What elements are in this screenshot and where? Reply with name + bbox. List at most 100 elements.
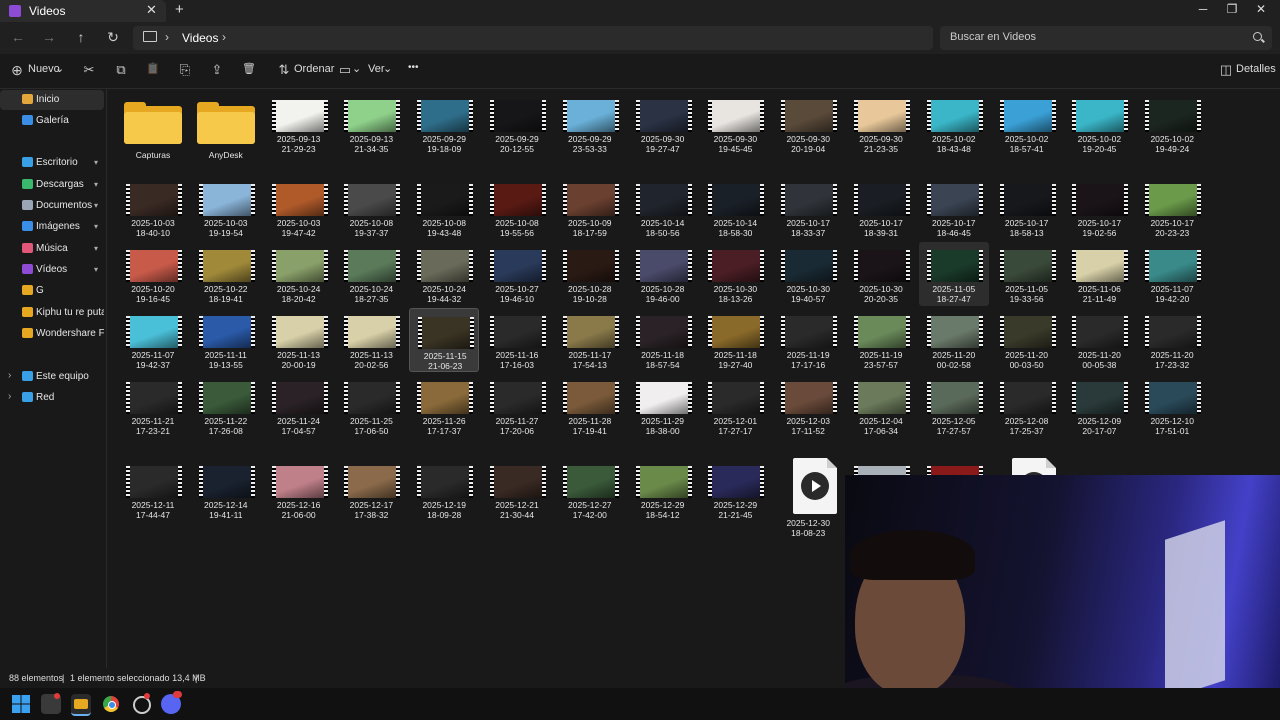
file-item[interactable]: 2025-09-30 20-19-04 [773,92,843,156]
file-item[interactable]: 2025-12-09 20-17-07 [1064,374,1134,438]
file-item[interactable]: 2025-10-17 18-39-31 [846,176,916,240]
new-tab-button[interactable]: + [175,1,184,18]
file-item[interactable]: 2025-09-13 21-29-23 [264,92,334,156]
details-pane-icon[interactable]: ◫ [1218,62,1234,78]
file-item[interactable]: 2025-12-21 21-30-44 [482,458,552,522]
file-item[interactable]: 2025-12-08 17-25-37 [992,374,1062,438]
file-item[interactable]: 2025-11-24 17-04-57 [264,374,334,438]
sidebar-item-red[interactable]: › Red [0,388,104,408]
folder-item[interactable]: Capturas [118,92,188,160]
sidebar-item-kiphu-tu-re-puta-madre[interactable]: Kiphu tu re puta madre [0,303,104,323]
tab-close-button[interactable]: ✕ [146,2,157,18]
file-item[interactable]: 2025-12-05 17-27-57 [919,374,989,438]
file-item[interactable]: 2025-12-11 17-44-47 [118,458,188,522]
view-icon[interactable]: ▭ [337,62,353,78]
search-box[interactable]: Buscar en Videos [940,26,1272,50]
file-item[interactable]: 2025-09-30 19-45-45 [700,92,770,156]
refresh-button[interactable]: ↻ [104,29,122,46]
expand-chevron-icon[interactable]: › [8,370,11,381]
sidebar-item-wondershare-filmora[interactable]: Wondershare Filmora [0,324,104,344]
file-item[interactable]: 2025-11-17 17-54-13 [555,308,625,372]
chevron-down-icon[interactable]: ⌄ [383,62,392,75]
sort-button[interactable]: Ordenar [294,63,334,75]
recorder-icon[interactable] [41,693,61,714]
file-item[interactable]: 2025-11-21 17-23-21 [118,374,188,438]
file-item[interactable]: 2025-10-03 18-40-10 [118,176,188,240]
file-item[interactable]: 2025-12-29 21-21-45 [700,458,770,522]
file-item[interactable]: 2025-10-03 19-19-54 [191,176,261,240]
file-item[interactable]: 2025-12-04 17-06-34 [846,374,916,438]
file-item[interactable]: 2025-11-20 00-05-38 [1064,308,1134,372]
sidebar-item-música[interactable]: Música ▾ [0,239,104,259]
file-item[interactable]: 2025-10-17 18-58-13 [992,176,1062,240]
file-item[interactable]: 2025-10-17 19-02-56 [1064,176,1134,240]
discord-icon[interactable] [161,691,182,714]
file-item[interactable]: 2025-10-17 20-23-23 [1137,176,1207,240]
file-item[interactable]: 2025-11-28 17-19-41 [555,374,625,438]
file-item[interactable]: 2025-10-08 19-55-56 [482,176,552,240]
file-item[interactable]: 2025-11-15 21-06-23 [409,308,480,372]
chevron-down-icon[interactable]: ⌄ [55,62,64,75]
file-item[interactable]: 2025-11-20 00-03-50 [992,308,1062,372]
sidebar-item-este-equipo[interactable]: › Este equipo [0,367,104,387]
file-item[interactable]: 2025-12-01 17-27-17 [700,374,770,438]
breadcrumb-separator[interactable]: › [165,30,169,44]
file-item[interactable]: 2025-09-29 20-12-55 [482,92,552,156]
expand-chevron-icon[interactable]: › [8,391,11,402]
steam-icon[interactable] [131,693,151,714]
file-item[interactable]: 2025-10-17 18-46-45 [919,176,989,240]
file-item[interactable]: 2025-12-10 17-51-01 [1137,374,1207,438]
file-item[interactable]: 2025-10-03 19-47-42 [264,176,334,240]
file-item[interactable]: 2025-10-14 18-58-30 [700,176,770,240]
file-item[interactable]: 2025-10-24 18-27-35 [336,242,406,306]
file-item[interactable]: 2025-10-08 19-43-48 [409,176,479,240]
file-item[interactable]: 2025-12-27 17-42-00 [555,458,625,522]
chevron-down-icon[interactable]: ⌄ [352,62,361,75]
up-button[interactable]: ↑ [72,29,90,45]
share-icon[interactable]: ⇪ [209,62,225,78]
file-item[interactable]: 2025-10-24 19-44-32 [409,242,479,306]
rename-icon[interactable]: ⎘ [177,62,193,78]
file-item[interactable]: 2025-10-14 18-50-56 [628,176,698,240]
file-item[interactable]: 2025-11-07 19-42-20 [1137,242,1207,306]
file-item[interactable]: 2025-11-20 17-23-32 [1137,308,1207,372]
sort-icon[interactable]: ⇅ [276,62,292,78]
back-button[interactable]: ← [9,29,27,45]
file-item[interactable]: 2025-11-18 18-57-54 [628,308,698,372]
file-item[interactable]: 2025-10-02 18-43-48 [919,92,989,156]
file-item[interactable]: 2025-10-02 19-20-45 [1064,92,1134,156]
file-item[interactable]: 2025-11-19 17-17-16 [773,308,843,372]
sidebar-item-escritorio[interactable]: Escritorio ▾ [0,153,104,173]
windows-icon[interactable] [11,694,31,714]
file-item[interactable]: 2025-10-24 18-20-42 [264,242,334,306]
delete-icon[interactable]: 🗑 [241,62,257,75]
file-item[interactable]: 2025-11-13 20-02-56 [336,308,406,372]
file-item[interactable]: 2025-10-30 19-40-57 [773,242,843,306]
file-item[interactable]: 2025-11-29 18-38-00 [628,374,698,438]
file-item[interactable]: 2025-12-30 18-08-23 [773,458,843,538]
file-item[interactable]: 2025-10-30 18-13-26 [700,242,770,306]
plus-icon[interactable]: ⊕ [9,62,25,79]
folder-item[interactable]: AnyDesk [191,92,261,160]
sidebar-item-g[interactable]: G [0,281,104,301]
file-item[interactable]: 2025-11-22 17-26-08 [191,374,261,438]
breadcrumb-videos[interactable]: Videos [182,31,218,45]
file-item[interactable]: 2025-12-03 17-11-52 [773,374,843,438]
address-bar[interactable]: › Videos › [133,26,933,50]
file-item[interactable]: 2025-12-19 18-09-28 [409,458,479,522]
cut-icon[interactable]: ✂ [81,62,97,78]
file-item[interactable]: 2025-11-27 17-20-06 [482,374,552,438]
file-item[interactable]: 2025-11-11 19-13-55 [191,308,261,372]
file-item[interactable]: 2025-11-16 17-16-03 [482,308,552,372]
sidebar-item-vídeos[interactable]: Vídeos ▾ [0,260,104,280]
file-item[interactable]: 2025-11-07 19-42-37 [118,308,188,372]
file-item[interactable]: 2025-10-22 18-19-41 [191,242,261,306]
minimize-button[interactable]: ─ [1193,2,1213,16]
file-item[interactable]: 2025-09-29 19-18-09 [409,92,479,156]
details-button[interactable]: Detalles [1236,63,1276,75]
file-item[interactable]: 2025-10-09 18-17-59 [555,176,625,240]
file-item[interactable]: 2025-10-02 19-49-24 [1137,92,1207,156]
file-item[interactable]: 2025-10-28 19-10-28 [555,242,625,306]
file-item[interactable]: 2025-09-29 23-53-33 [555,92,625,156]
file-item[interactable]: 2025-10-30 20-20-35 [846,242,916,306]
